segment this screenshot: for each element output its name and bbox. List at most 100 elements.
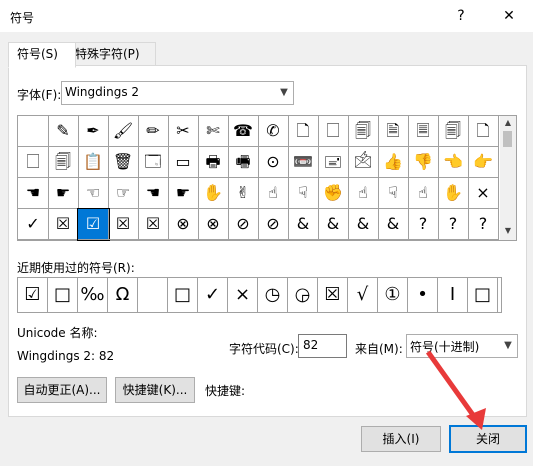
recent-symbol-cell[interactable]: •: [408, 278, 438, 312]
charcode-input[interactable]: 82: [298, 334, 347, 358]
chevron-down-icon[interactable]: ▼: [499, 335, 517, 357]
symbol-cell[interactable]: ☞: [108, 178, 139, 209]
symbol-cell[interactable]: ☒: [108, 209, 139, 240]
symbol-cell[interactable]: 🗋: [288, 116, 319, 147]
symbol-cell[interactable]: ☚: [138, 178, 169, 209]
font-label: 字体(F):: [17, 88, 62, 102]
symbol-cell[interactable]: ✋: [438, 178, 469, 209]
symbol-cell[interactable]: &: [348, 209, 379, 240]
charcode-value: 82: [303, 338, 319, 352]
recent-symbol-cell[interactable]: ☒: [318, 278, 348, 312]
symbol-cell[interactable]: 🖄: [348, 147, 379, 178]
symbol-cell[interactable]: ✓: [18, 209, 49, 240]
recent-symbol-cell[interactable]: √: [348, 278, 378, 312]
symbol-cell[interactable]: ✒: [78, 116, 109, 147]
symbol-cell[interactable]: ⊘: [258, 209, 289, 240]
recent-symbol-cell[interactable]: Ω: [108, 278, 138, 312]
recent-symbol-cell[interactable]: □: [168, 278, 198, 312]
symbol-cell[interactable]: ✄: [198, 116, 229, 147]
symbol-cell[interactable]: ✋: [198, 178, 229, 209]
symbol-cell[interactable]: ▭: [168, 147, 199, 178]
symbol-cell[interactable]: &: [378, 209, 409, 240]
close-window-button[interactable]: ✕: [497, 6, 521, 26]
help-button[interactable]: ?: [449, 6, 473, 26]
recent-symbol-cell[interactable]: [138, 278, 168, 312]
symbol-cell[interactable]: ☚: [18, 178, 49, 209]
symbol-cell[interactable]: 🗐: [348, 116, 379, 147]
symbol-cell[interactable]: &: [318, 209, 349, 240]
symbol-cell[interactable]: ☝: [408, 178, 439, 209]
symbol-cell[interactable]: ☜: [78, 178, 109, 209]
symbol-cell[interactable]: 👉: [468, 147, 499, 178]
symbol-grid[interactable]: ✎ ✒ 🖌 ✏ ✂ ✄ ☎ ✆ 🗋 🗌 🗐 🗎 🗏 🗐 🗋 🗌 🗐 📋 🗑 🗔 ▭ 🖶 🖷 ⊙ 📼 🖃 🖄 👍 👎 👈 👉 ☚ ☛ ☜ ☞ ☚ ☛ ✋ ✌ ☝…: [17, 115, 502, 241]
symbol-cell[interactable]: ?: [438, 209, 469, 240]
symbol-cell[interactable]: 🖶: [198, 147, 229, 178]
symbol-cell[interactable]: ☒: [48, 209, 79, 240]
symbol-grid-scrollbar[interactable]: ▲ ▼: [500, 115, 517, 241]
symbol-cell[interactable]: 🗏: [408, 116, 439, 147]
symbol-cell[interactable]: 👈: [438, 147, 469, 178]
recent-symbol-cell[interactable]: ‰: [78, 278, 108, 312]
symbol-cell[interactable]: ☑: [77, 208, 110, 241]
scroll-down-icon[interactable]: ▼: [500, 224, 516, 238]
symbol-cell[interactable]: ⊘: [228, 209, 259, 240]
symbol-cell[interactable]: 👍: [378, 147, 409, 178]
symbol-cell[interactable]: [18, 116, 49, 147]
symbol-cell[interactable]: ?: [408, 209, 439, 240]
symbol-cell[interactable]: ✆: [258, 116, 289, 147]
symbol-cell[interactable]: ☛: [48, 178, 79, 209]
font-select[interactable]: Wingdings 2 ▼: [61, 81, 294, 105]
recent-symbol-cell[interactable]: ◷: [258, 278, 288, 312]
symbol-cell[interactable]: ✊: [318, 178, 349, 209]
title-bar: 符号 ? ✕: [0, 0, 533, 32]
symbol-cell[interactable]: ✌: [228, 178, 259, 209]
symbol-cell[interactable]: 🖌: [108, 116, 139, 147]
symbol-cell[interactable]: 🗐: [438, 116, 469, 147]
recent-symbol-cell[interactable]: ◶: [288, 278, 318, 312]
symbol-cell[interactable]: ☟: [378, 178, 409, 209]
symbol-cell[interactable]: ☟: [288, 178, 319, 209]
recent-symbol-cell[interactable]: ①: [378, 278, 408, 312]
recent-symbol-cell[interactable]: □: [468, 278, 498, 312]
symbol-cell[interactable]: ⊗: [198, 209, 229, 240]
symbol-cell[interactable]: ☛: [168, 178, 199, 209]
chevron-down-icon[interactable]: ▼: [275, 82, 293, 104]
recent-symbol-cell[interactable]: I: [438, 278, 468, 312]
symbol-cell[interactable]: ☝: [258, 178, 289, 209]
symbol-cell[interactable]: ×: [468, 178, 499, 209]
symbol-cell[interactable]: 🗑: [108, 147, 139, 178]
tab-special-characters[interactable]: 特殊字符(P): [66, 42, 156, 67]
scroll-thumb[interactable]: [503, 131, 512, 147]
recent-symbols[interactable]: ☑ □ ‰ Ω □ ✓ × ◷ ◶ ☒ √ ① • I □: [17, 277, 502, 313]
recent-symbol-cell[interactable]: ×: [228, 278, 258, 312]
symbol-cell[interactable]: ✂: [168, 116, 199, 147]
tab-symbols[interactable]: 符号(S): [8, 42, 76, 68]
symbol-cell[interactable]: 🗐: [48, 147, 79, 178]
symbol-cell[interactable]: 📼: [288, 147, 319, 178]
symbol-cell[interactable]: ⊙: [258, 147, 289, 178]
autocorrect-button[interactable]: 自动更正(A)...: [17, 377, 107, 403]
symbol-cell[interactable]: 🗎: [378, 116, 409, 147]
recent-symbol-cell[interactable]: ✓: [198, 278, 228, 312]
scroll-up-icon[interactable]: ▲: [500, 116, 516, 130]
symbol-cell[interactable]: ☝: [348, 178, 379, 209]
symbol-cell[interactable]: ✏: [138, 116, 169, 147]
symbol-cell[interactable]: 🖷: [228, 147, 259, 178]
symbol-cell[interactable]: ☒: [138, 209, 169, 240]
symbol-cell[interactable]: 👎: [408, 147, 439, 178]
recent-symbol-cell[interactable]: ☑: [18, 278, 48, 312]
symbol-cell[interactable]: 🗌: [318, 116, 349, 147]
symbol-cell[interactable]: 📋: [78, 147, 109, 178]
symbol-cell[interactable]: ☎: [228, 116, 259, 147]
symbol-cell[interactable]: &: [288, 209, 319, 240]
shortcut-key-button[interactable]: 快捷键(K)...: [115, 377, 195, 403]
symbol-cell[interactable]: 🗌: [18, 147, 49, 178]
symbol-cell[interactable]: ?: [468, 209, 499, 240]
charcode-label: 字符代码(C):: [229, 342, 299, 356]
symbol-cell[interactable]: 🗋: [468, 116, 499, 147]
symbol-cell[interactable]: ⊗: [168, 209, 199, 240]
symbol-cell[interactable]: 🖃: [318, 147, 349, 178]
symbol-cell[interactable]: 🗔: [138, 147, 169, 178]
symbol-cell[interactable]: ✎: [48, 116, 79, 147]
recent-symbol-cell[interactable]: □: [48, 278, 78, 312]
